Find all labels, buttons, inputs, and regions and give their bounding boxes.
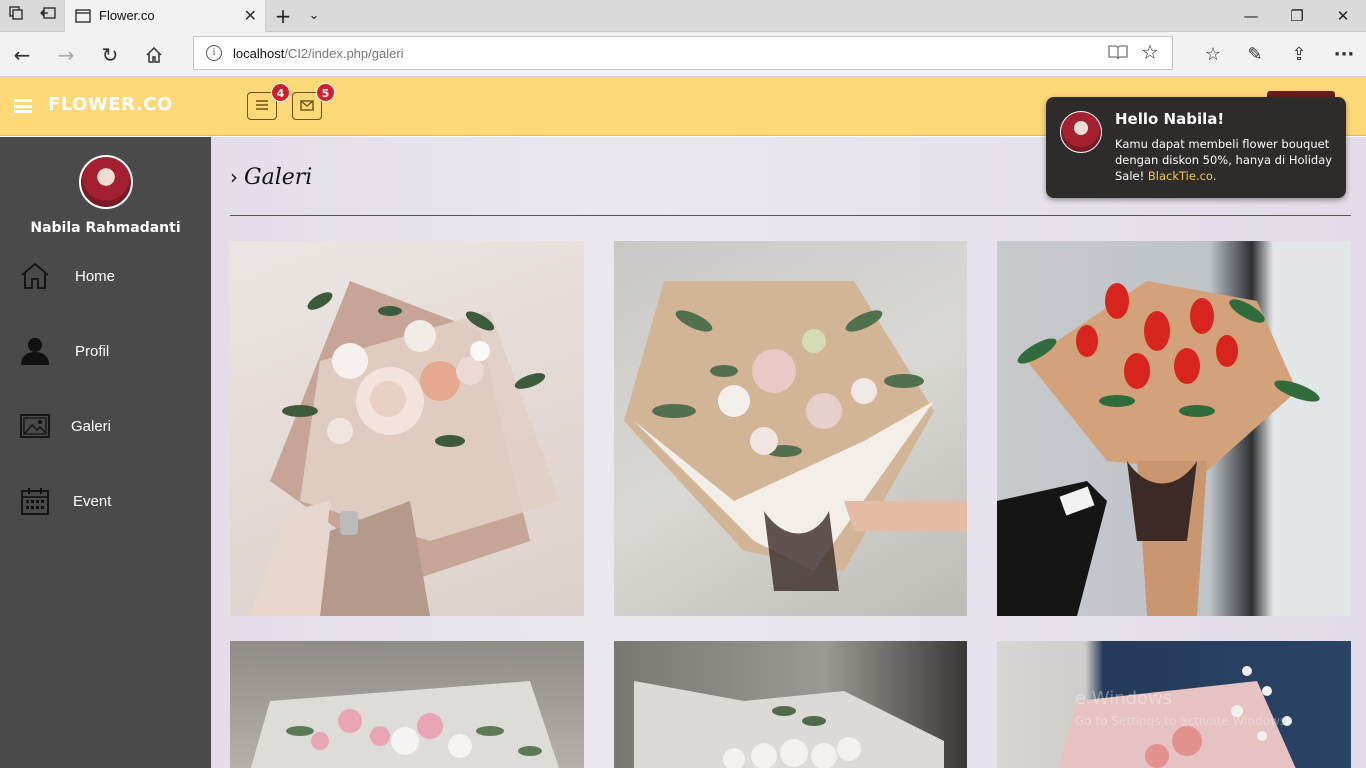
favorite-star-icon[interactable]: ☆ bbox=[1141, 40, 1159, 64]
user-icon bbox=[21, 338, 49, 365]
share-icon[interactable]: ⇪ bbox=[1285, 41, 1313, 69]
sidebar-item-label: Event bbox=[73, 493, 112, 510]
messages-badge: 5 bbox=[316, 83, 335, 102]
sidebar-item-home[interactable]: Home bbox=[0, 249, 211, 309]
new-tab-icon[interactable]: + bbox=[273, 6, 293, 26]
gallery-photo-6[interactable] bbox=[997, 641, 1351, 768]
gallery-photo-2[interactable] bbox=[614, 241, 967, 616]
chevron-right-icon: › bbox=[230, 165, 238, 189]
brand-logo[interactable]: FLOWER.CO bbox=[48, 94, 173, 115]
web-note-icon[interactable]: ✎ bbox=[1241, 41, 1269, 69]
sidebar-item-galeri[interactable]: Galeri bbox=[0, 399, 211, 459]
notifications-button[interactable]: 4 bbox=[247, 83, 290, 120]
browser-tab-bar: Flower.co ✕ + ⌄ — ❐ ✕ bbox=[0, 0, 1366, 32]
user-name: Nabila Rahmadanti bbox=[30, 220, 181, 236]
gallery-photo-1[interactable] bbox=[230, 241, 584, 616]
gallery-photo-5[interactable] bbox=[614, 641, 967, 768]
back-icon[interactable]: ← bbox=[8, 41, 36, 69]
image-icon bbox=[20, 414, 50, 438]
gallery-photo-4[interactable] bbox=[230, 641, 584, 768]
divider bbox=[230, 215, 1351, 216]
home-icon bbox=[21, 262, 49, 289]
windows-activation-watermark-subtext: Go to Settings to activate Windows. bbox=[1075, 714, 1290, 728]
minimize-icon[interactable]: — bbox=[1228, 4, 1274, 28]
sidebar-item-label: Home bbox=[75, 268, 116, 285]
forward-icon[interactable]: → bbox=[52, 41, 80, 69]
windows-activation-watermark: e Windows bbox=[1075, 688, 1173, 709]
close-tab-icon[interactable]: ✕ bbox=[244, 6, 257, 25]
sidebar: Nabila Rahmadanti Home Profil Galeri Eve… bbox=[0, 137, 211, 768]
tab-actions-icon[interactable] bbox=[6, 6, 26, 26]
page-title: › Galeri bbox=[230, 165, 313, 190]
tab-title: Flower.co bbox=[99, 8, 155, 23]
toast-message: Kamu dapat membeli flower bouquet dengan… bbox=[1115, 137, 1333, 183]
set-aside-tabs-icon[interactable] bbox=[38, 6, 58, 26]
promo-link[interactable]: BlackTie.co bbox=[1148, 169, 1213, 183]
browser-navbar: ← → ↻ i localhost/CI2/index.php/galeri ☆… bbox=[0, 32, 1366, 77]
address-bar[interactable]: i localhost/CI2/index.php/galeri ☆ bbox=[193, 36, 1173, 70]
sidebar-item-label: Galeri bbox=[71, 418, 112, 435]
toast-title: Hello Nabila! bbox=[1115, 110, 1225, 128]
sidebar-item-label: Profil bbox=[75, 343, 110, 360]
url-text[interactable]: localhost/CI2/index.php/galeri bbox=[233, 46, 404, 61]
restore-icon[interactable]: ❐ bbox=[1274, 4, 1320, 28]
list-icon bbox=[256, 100, 268, 110]
sidebar-item-event[interactable]: Event bbox=[0, 474, 211, 534]
sidebar-item-profil[interactable]: Profil bbox=[0, 324, 211, 384]
hamburger-menu-icon[interactable] bbox=[14, 99, 32, 113]
tab-list-chevron-icon[interactable]: ⌄ bbox=[304, 6, 324, 26]
page-favicon-icon bbox=[75, 8, 91, 27]
notifications-badge: 4 bbox=[271, 83, 290, 102]
messages-button[interactable]: 5 bbox=[292, 83, 335, 120]
avatar bbox=[79, 155, 133, 209]
close-window-icon[interactable]: ✕ bbox=[1320, 4, 1366, 28]
site-info-icon[interactable]: i bbox=[206, 45, 222, 61]
main-content: › Galeri bbox=[211, 137, 1366, 768]
home-browser-icon[interactable] bbox=[140, 41, 168, 69]
envelope-icon bbox=[300, 100, 314, 111]
welcome-toast: Hello Nabila! Kamu dapat membeli flower … bbox=[1046, 97, 1346, 198]
toast-avatar bbox=[1060, 111, 1102, 153]
browser-tab[interactable]: Flower.co ✕ bbox=[64, 0, 266, 32]
favorites-hub-icon[interactable]: ☆ bbox=[1199, 41, 1227, 69]
more-options-icon[interactable]: ··· bbox=[1330, 41, 1358, 69]
refresh-icon[interactable]: ↻ bbox=[96, 41, 124, 69]
reading-view-icon[interactable] bbox=[1108, 43, 1128, 66]
calendar-icon bbox=[21, 488, 49, 515]
gallery-photo-3[interactable] bbox=[997, 241, 1351, 616]
